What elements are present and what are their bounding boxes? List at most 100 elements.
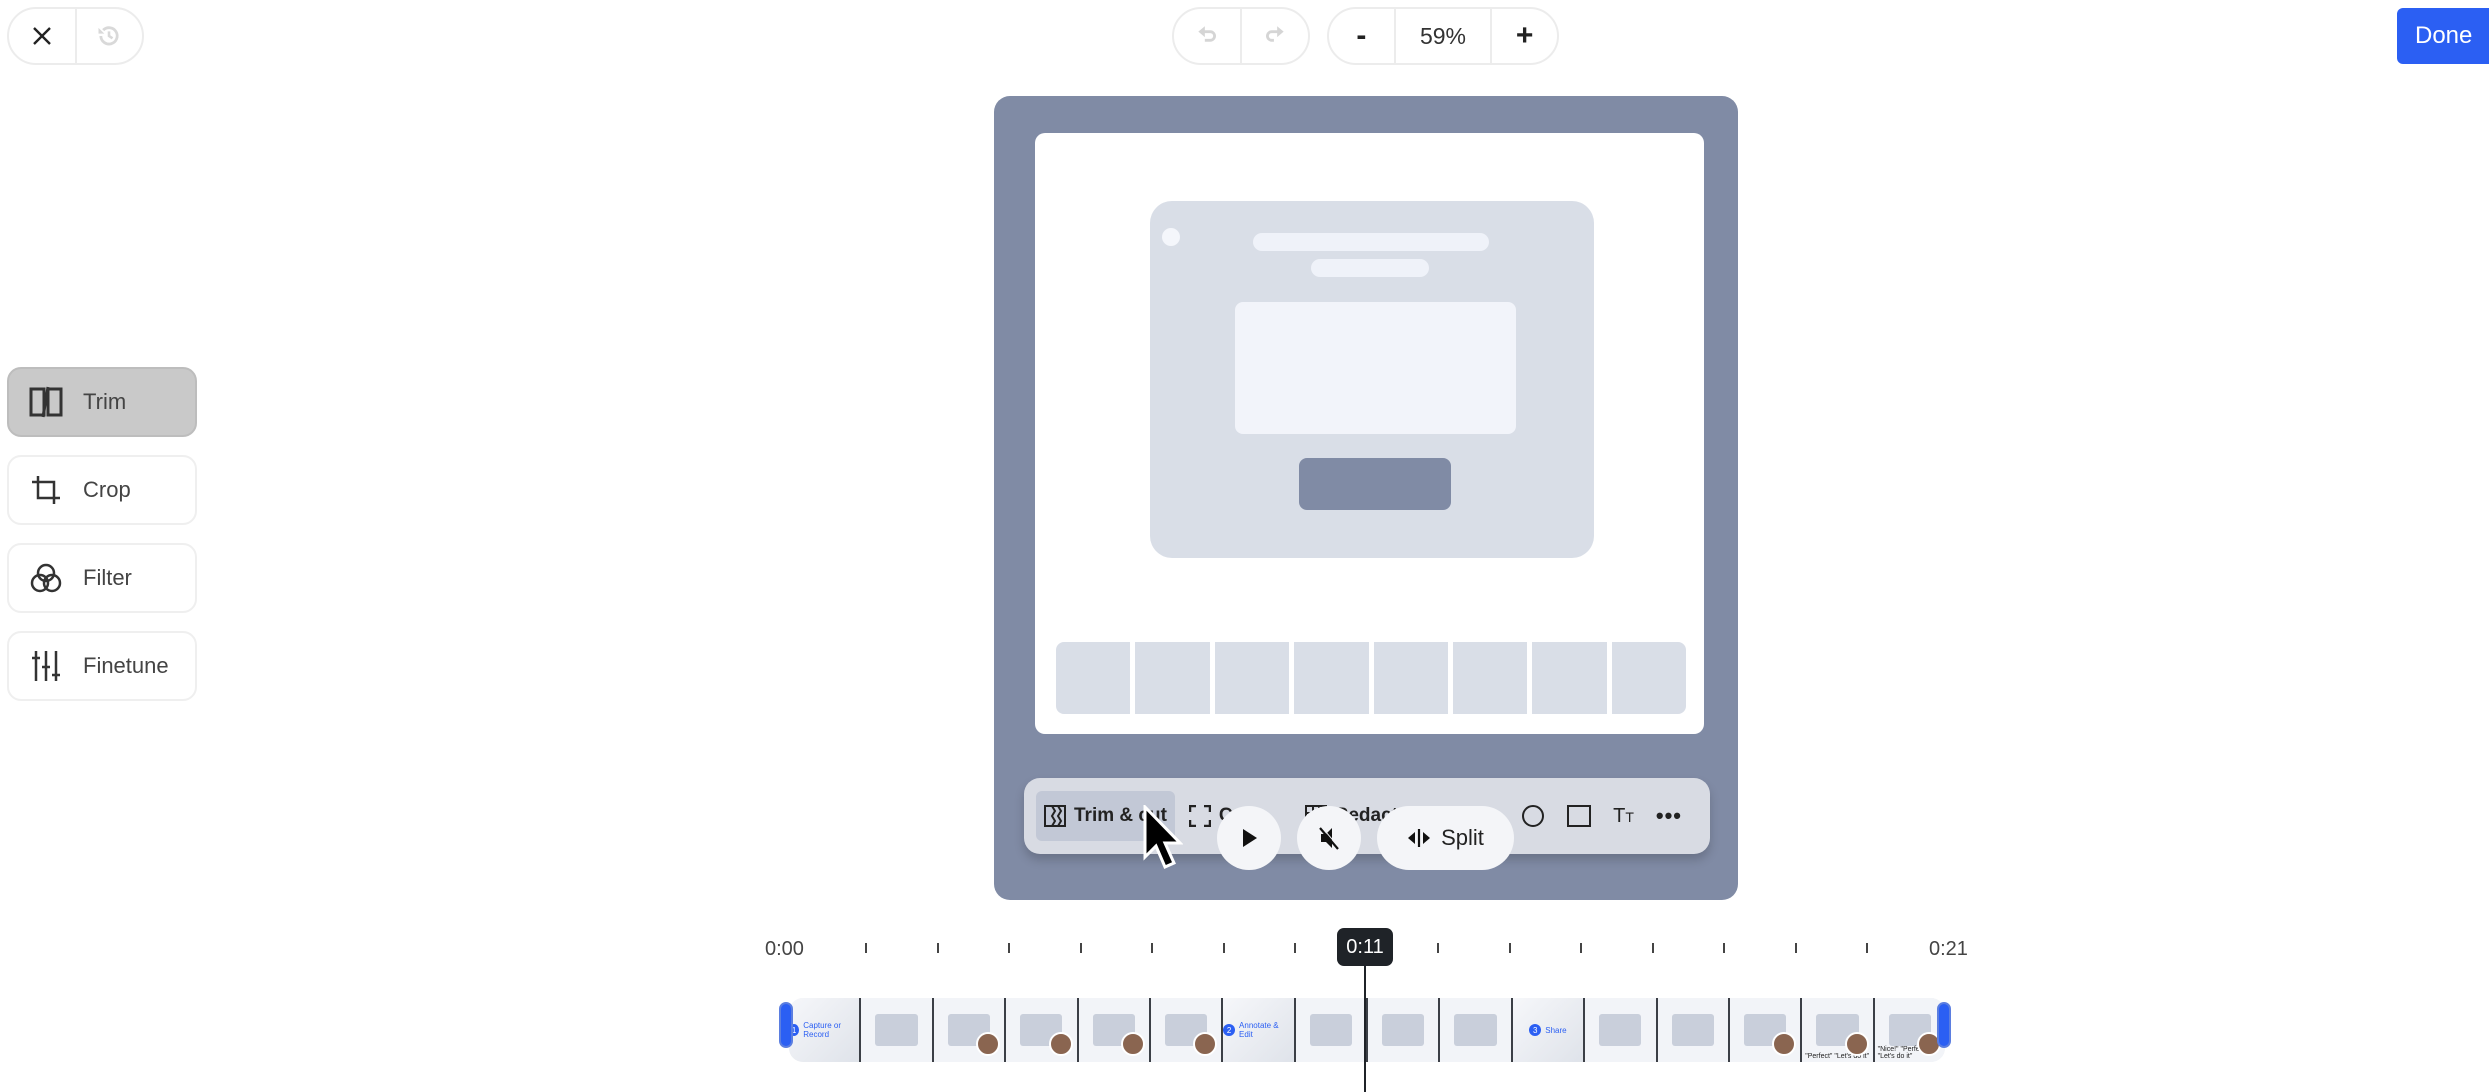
timeline-tick (1437, 943, 1439, 953)
crop-frame-icon (1188, 805, 1211, 827)
timeline-thumbnail (1368, 998, 1441, 1062)
timeline-thumbnail (1295, 998, 1368, 1062)
done-button[interactable]: Done (2397, 8, 2489, 64)
zoom-in-button[interactable]: + (1490, 9, 1557, 63)
thumbnail-preview (1382, 1014, 1425, 1046)
mute-button[interactable] (1297, 806, 1361, 870)
avatar-icon (1772, 1032, 1797, 1056)
timeline-tick (1008, 943, 1010, 953)
avatar-icon (1120, 1032, 1145, 1056)
timeline-thumbnail (1657, 998, 1730, 1062)
video-frame-dot (1162, 228, 1180, 246)
avatar-icon (1844, 1032, 1869, 1056)
timeline-tick (865, 943, 867, 953)
timeline-thumbnail (933, 998, 1007, 1062)
video-frame-subtitle-bar (1311, 259, 1429, 277)
timeline-thumbnail: "Perfect" "Let's do it" (1802, 998, 1875, 1062)
trim-icon (27, 385, 65, 419)
timeline-tick (1151, 943, 1153, 953)
avatar-icon (976, 1032, 1001, 1056)
close-history-group (7, 7, 144, 65)
timeline-tick (1508, 943, 1511, 953)
thumbnail-preview (1454, 1014, 1497, 1046)
sidebar-item-label: Filter (83, 565, 132, 590)
undo-redo-group (1172, 7, 1310, 65)
timeline-thumbnail (1729, 998, 1803, 1062)
close-icon (32, 27, 51, 45)
split-button[interactable]: Split (1377, 806, 1514, 870)
zoom-controls: - 59% + (1327, 7, 1559, 65)
timeline-thumbnail: "Nice!" "Perfect" "Let's do it" (1874, 998, 1945, 1062)
sidebar-item-label: Crop (83, 477, 131, 502)
plus-icon: + (1515, 19, 1534, 52)
mute-icon (1319, 826, 1340, 850)
redo-icon (1266, 26, 1284, 42)
history-button[interactable] (74, 9, 143, 63)
timeline-thumbnail (861, 998, 934, 1062)
redo-button[interactable] (1240, 9, 1308, 63)
filter-icon (27, 561, 65, 595)
sidebar-item-trim[interactable]: Trim (7, 367, 197, 437)
thumbnail-preview (1599, 1014, 1642, 1046)
zoom-out-button[interactable]: - (1329, 9, 1394, 63)
play-button[interactable] (1217, 806, 1281, 870)
timeline-thumbnail (1078, 998, 1151, 1062)
split-label: Split (1441, 825, 1484, 850)
timeline-tick (1294, 943, 1296, 953)
thumbnail-caption: Capture or Record (803, 1021, 842, 1039)
timeline-tick (1723, 943, 1725, 953)
video-frame-content-box (1235, 302, 1516, 434)
timeline-thumbnail (1006, 998, 1079, 1062)
zoom-level: 59% (1393, 9, 1490, 63)
video-frame-title-bar (1253, 233, 1489, 251)
timeline-tick (1651, 943, 1654, 953)
timeline-tick (1580, 943, 1582, 953)
video-frame-button (1299, 458, 1451, 510)
mouse-cursor-icon (1143, 805, 1183, 869)
playhead-line[interactable] (1364, 966, 1366, 1092)
avatar-icon (1193, 1032, 1218, 1056)
thumbnail-caption: Share (1545, 1025, 1567, 1035)
undo-icon (1198, 26, 1216, 42)
text-tool-icon: TT (1613, 804, 1634, 827)
timeline-thumbnail (1585, 998, 1658, 1062)
minus-icon: - (1356, 19, 1367, 52)
undo-button[interactable] (1174, 9, 1240, 63)
sidebar-item-filter[interactable]: Filter (7, 543, 197, 613)
more-icon: ••• (1655, 803, 1682, 828)
video-frame-card (1035, 133, 1704, 734)
trim-handle-right[interactable] (1937, 1002, 1951, 1048)
rectangle-shape-icon (1567, 805, 1592, 827)
finetune-icon (27, 649, 65, 683)
video-frame-toolbar: Trim & cut C Redact TT ••• (1024, 778, 1710, 854)
timeline-thumbnail (1440, 998, 1513, 1062)
split-icon (1408, 829, 1431, 847)
step-number-badge: 3 (1529, 1024, 1542, 1036)
timeline-tick (936, 943, 939, 953)
trim-handle-left[interactable] (779, 1002, 793, 1048)
history-icon (98, 26, 119, 46)
timeline-tick (1794, 943, 1797, 953)
sidebar-item-label: Finetune (83, 653, 169, 678)
step-number-badge: 2 (1223, 1024, 1236, 1036)
thumbnail-preview (875, 1014, 918, 1046)
crop-icon (27, 473, 65, 507)
thumbnail-caption: Annotate & Edit (1239, 1021, 1279, 1039)
close-button[interactable] (9, 9, 75, 63)
timeline-start-time: 0:00 (765, 938, 804, 960)
timeline-thumbnail: 2 Annotate & Edit (1223, 998, 1296, 1062)
timeline-tick (1866, 943, 1868, 953)
play-icon (1243, 829, 1257, 847)
playhead-time[interactable]: 0:11 (1337, 928, 1393, 966)
timeline-thumbnail (1150, 998, 1224, 1062)
thumbnail-preview (1309, 1014, 1352, 1046)
timeline-thumbnail-strip[interactable]: 1 Capture or Record 2 Annotate & Edit 3 Share… (789, 998, 1945, 1062)
video-frame-panel (1150, 201, 1594, 558)
timeline-thumbnail: 1 Capture or Record (789, 998, 862, 1062)
trim-cut-icon (1044, 805, 1066, 827)
avatar-icon (1048, 1032, 1073, 1056)
sidebar-item-finetune[interactable]: Finetune (7, 631, 197, 701)
circle-shape-icon (1522, 805, 1545, 827)
timeline-end-time: 0:21 (1929, 938, 1968, 960)
sidebar-item-crop[interactable]: Crop (7, 455, 197, 525)
